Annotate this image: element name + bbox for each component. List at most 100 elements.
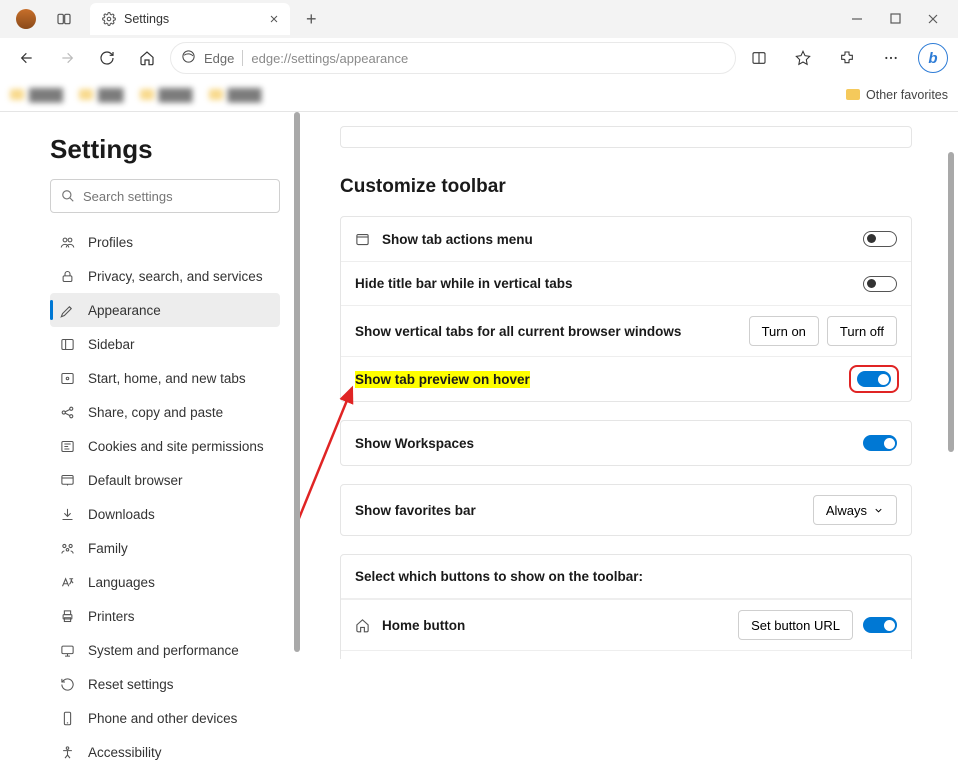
bookmarks-bar: ████ ███ ████ ████ Other favorites <box>0 78 958 112</box>
minimize-button[interactable] <box>850 13 864 25</box>
toolbar-buttons-heading: Select which buttons to show on the tool… <box>355 569 643 584</box>
sidebar-item-label: Reset settings <box>88 677 174 692</box>
home-button[interactable] <box>130 42 164 74</box>
home-button-toggle[interactable] <box>863 617 897 633</box>
address-prefix: Edge <box>204 51 234 66</box>
tab-actions-toggle[interactable] <box>863 231 897 247</box>
system-icon <box>60 643 76 658</box>
tab-preview-toggle[interactable] <box>857 371 891 387</box>
search-icon <box>61 189 75 203</box>
address-url: edge://settings/appearance <box>251 51 408 66</box>
sidebar-item-accessibility[interactable]: Accessibility <box>50 735 280 769</box>
settings-heading: Settings <box>50 134 280 165</box>
address-bar[interactable]: Edge edge://settings/appearance <box>170 42 736 74</box>
accessibility-icon <box>60 745 76 760</box>
phone-icon <box>60 711 76 726</box>
sidebar-item-label: Languages <box>88 575 155 590</box>
new-tab-button[interactable]: + <box>296 9 327 30</box>
browser-toolbar: Edge edge://settings/appearance b <box>0 38 958 78</box>
sidebar-item-languages[interactable]: Languages <box>50 565 280 599</box>
row-label: Hide title bar while in vertical tabs <box>355 276 573 291</box>
search-settings-input[interactable] <box>50 179 280 213</box>
sidebar-item-printers[interactable]: Printers <box>50 599 280 633</box>
bookmark-item[interactable]: ████ <box>10 88 63 102</box>
back-button[interactable] <box>10 42 44 74</box>
default-browser-icon <box>60 473 76 488</box>
sidebar-item-privacy-search-and-services[interactable]: Privacy, search, and services <box>50 259 280 293</box>
sidebar-item-label: Profiles <box>88 235 133 250</box>
sidebar-item-appearance[interactable]: Appearance <box>50 293 280 327</box>
other-favorites-button[interactable]: Other favorites <box>846 88 948 102</box>
sidebar-item-phone-and-other-devices[interactable]: Phone and other devices <box>50 701 280 735</box>
favorite-button[interactable] <box>786 42 820 74</box>
sidebar-item-downloads[interactable]: Downloads <box>50 497 280 531</box>
languages-icon <box>60 575 76 590</box>
sidebar-item-default-browser[interactable]: Default browser <box>50 463 280 497</box>
settings-sidebar: Settings Profiles Privacy, search, and se… <box>0 112 300 659</box>
maximize-button[interactable] <box>888 13 902 25</box>
hide-titlebar-toggle[interactable] <box>863 276 897 292</box>
sidebar-item-label: Privacy, search, and services <box>88 269 263 284</box>
close-tab-button[interactable] <box>268 13 280 25</box>
sidebar-item-system-and-performance[interactable]: System and performance <box>50 633 280 667</box>
menu-button[interactable] <box>874 42 908 74</box>
sidebar-item-label: Printers <box>88 609 135 624</box>
section-title: Customize toolbar <box>340 176 912 198</box>
workspaces-toggle[interactable] <box>863 435 897 451</box>
gear-icon <box>102 12 116 26</box>
other-favorites-label: Other favorites <box>866 88 948 102</box>
row-label: Show favorites bar <box>355 503 476 518</box>
row-label-highlighted: Show tab preview on hover <box>355 371 530 388</box>
sidebar-item-label: System and performance <box>88 643 239 658</box>
lock-icon <box>60 269 76 284</box>
sidebar-item-label: Phone and other devices <box>88 711 237 726</box>
edge-logo-icon <box>181 49 196 67</box>
turn-on-button[interactable]: Turn on <box>749 316 819 346</box>
downloads-icon <box>60 507 76 522</box>
profiles-icon <box>60 235 76 250</box>
sidebar-item-label: Accessibility <box>88 745 162 760</box>
annotation-highlight-box <box>851 367 897 391</box>
bookmark-item[interactable]: ████ <box>209 88 262 102</box>
row-label: Show vertical tabs for all current brows… <box>355 324 681 339</box>
turn-off-button[interactable]: Turn off <box>827 316 897 346</box>
sidebar-item-profiles[interactable]: Profiles <box>50 225 280 259</box>
row-label: Show tab actions menu <box>382 232 533 247</box>
bing-chat-button[interactable]: b <box>918 43 948 73</box>
sidebar-item-reset-settings[interactable]: Reset settings <box>50 667 280 701</box>
home-icon <box>355 618 370 633</box>
printers-icon <box>60 609 76 624</box>
refresh-button[interactable] <box>90 42 124 74</box>
sidebar-item-family[interactable]: Family <box>50 531 280 565</box>
browser-tab[interactable]: Settings <box>90 3 290 35</box>
sidebar-item-share-copy-and-paste[interactable]: Share, copy and paste <box>50 395 280 429</box>
extensions-button[interactable] <box>830 42 864 74</box>
window-titlebar: Settings + <box>0 0 958 38</box>
share-icon <box>60 405 76 420</box>
row-label: Home button <box>382 618 465 633</box>
sidebar-item-start-home-and-new-tabs[interactable]: Start, home, and new tabs <box>50 361 280 395</box>
start-icon <box>60 371 76 386</box>
address-divider <box>242 50 243 66</box>
forward-button <box>50 42 84 74</box>
sidebar-item-label: Start, home, and new tabs <box>88 371 246 386</box>
sidebar-item-label: Cookies and site permissions <box>88 439 264 454</box>
close-window-button[interactable] <box>926 13 940 25</box>
favorites-bar-dropdown[interactable]: Always <box>813 495 897 525</box>
chevron-down-icon <box>873 505 884 516</box>
sidebar-item-cookies-and-site-permissions[interactable]: Cookies and site permissions <box>50 429 280 463</box>
row-label: Show Workspaces <box>355 436 474 451</box>
profile-avatar[interactable] <box>16 9 36 29</box>
family-icon <box>60 541 76 556</box>
sidebar-item-label: Family <box>88 541 128 556</box>
split-screen-button[interactable] <box>742 42 776 74</box>
tab-title: Settings <box>124 12 169 26</box>
main-scrollbar[interactable] <box>948 152 954 452</box>
sidebar-item-sidebar[interactable]: Sidebar <box>50 327 280 361</box>
appearance-icon <box>60 303 76 318</box>
sidebar-icon <box>60 337 76 352</box>
workspaces-button[interactable] <box>50 5 78 33</box>
set-button-url-button[interactable]: Set button URL <box>738 610 853 640</box>
bookmark-item[interactable]: ████ <box>140 88 193 102</box>
bookmark-item[interactable]: ███ <box>79 88 124 102</box>
